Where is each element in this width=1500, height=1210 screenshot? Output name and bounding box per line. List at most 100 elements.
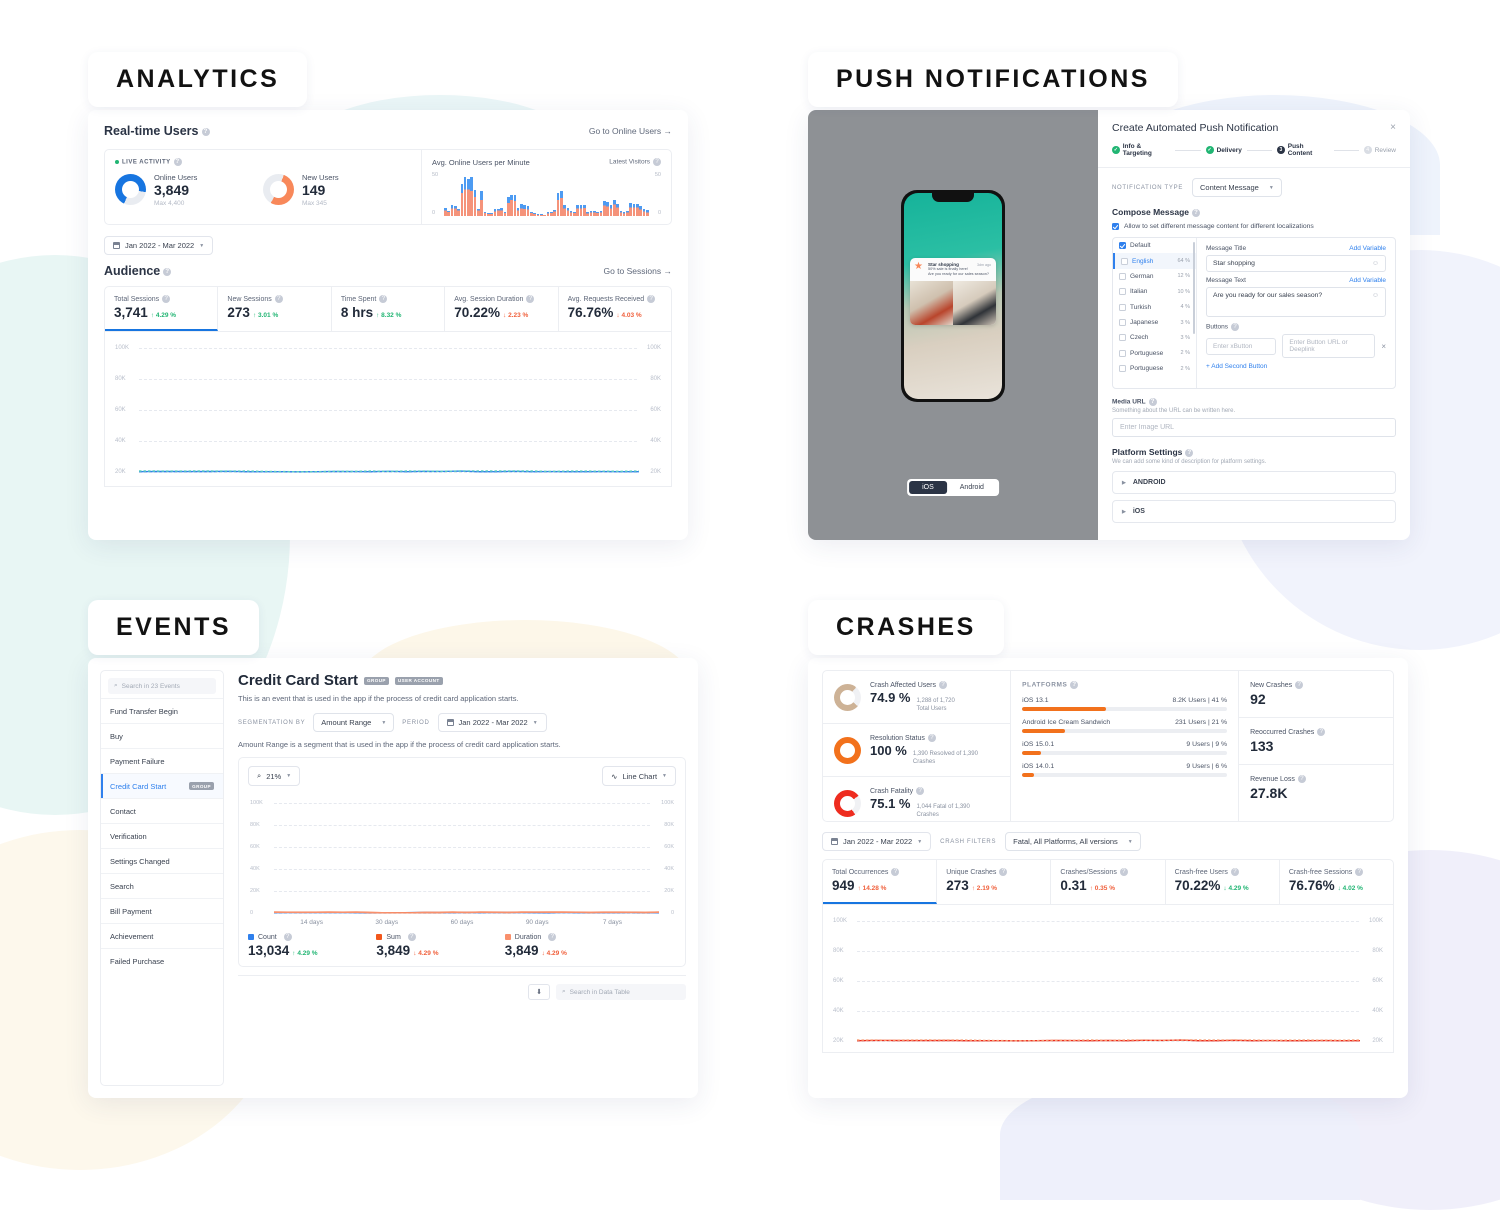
crashes-date-range-picker[interactable]: Jan 2022 - Mar 2022 ▼ [822,832,932,851]
crash-kpi-4[interactable]: Crash-free Sessions? 76.76% ↓ 4.02 % [1280,860,1393,904]
event-list-item-9[interactable]: Achievement [101,923,223,948]
event-list-item-8[interactable]: Bill Payment [101,898,223,923]
help-icon[interactable]: ? [1070,681,1079,689]
help-icon[interactable]: ? [407,933,416,941]
add-variable-title-link[interactable]: Add Variable [1349,245,1386,252]
help-icon[interactable]: ? [653,158,661,166]
locale-row-2[interactable]: German 12 % [1113,269,1196,284]
wizard-step-2[interactable]: 3 Push Content [1277,143,1329,157]
locale-row-5[interactable]: Japanese 3 % [1113,315,1196,330]
kpi-3[interactable]: Avg. Session Duration? 70.22% ↓ 2.23 % [445,287,559,331]
help-icon[interactable]: ? [283,933,292,941]
emoji-icon[interactable]: ☺ [1372,260,1379,267]
locale-row-7[interactable]: Portuguese 2 % [1113,346,1196,361]
help-icon[interactable]: ? [1295,681,1304,689]
help-icon[interactable]: ? [927,734,936,742]
help-icon[interactable]: ? [1185,448,1194,457]
help-icon[interactable]: ? [1231,323,1240,331]
message-text-input[interactable]: Are you ready for our sales season? ☺ [1206,287,1386,317]
notification-type-select[interactable]: Content Message ▼ [1192,178,1282,197]
download-button[interactable]: ⬇ [528,984,550,1000]
locale-checkbox[interactable] [1119,303,1126,311]
event-list-item-3[interactable]: Credit Card Start GROUP [101,773,223,798]
help-icon[interactable]: ? [163,267,172,276]
wizard-step-3[interactable]: 4 Review [1363,146,1396,154]
help-icon[interactable]: ? [1317,728,1326,736]
analytics-date-range-picker[interactable]: Jan 2022 - Mar 2022 ▼ [104,236,214,255]
help-icon[interactable]: ? [916,787,925,795]
kpi-0[interactable]: Total Sessions? 3,741 ↑ 4.29 % [105,287,219,331]
wizard-step-1[interactable]: ✓ Delivery [1205,146,1242,154]
event-list-item-5[interactable]: Verification [101,823,223,848]
help-icon[interactable]: ? [999,868,1008,876]
event-list-item-10[interactable]: Failed Purchase [101,948,223,973]
platform-accordion-android[interactable]: ▶ ANDROID [1112,471,1396,494]
help-icon[interactable]: ? [548,933,557,941]
event-list-item-2[interactable]: Payment Failure [101,748,223,773]
locale-checkbox[interactable] [1119,288,1126,296]
help-icon[interactable]: ? [1119,868,1128,876]
locale-row-3[interactable]: Italian 10 % [1113,284,1196,299]
data-table-search-input[interactable]: ⌕ Search in Data Table [556,984,686,1000]
button-url-input[interactable]: Enter Button URL or Deeplink [1282,334,1376,358]
event-list-item-1[interactable]: Buy [101,723,223,748]
help-icon[interactable]: ? [1230,868,1239,876]
locale-checkbox[interactable] [1121,257,1128,265]
remove-button-icon[interactable]: × [1381,342,1386,351]
crash-kpi-0[interactable]: Total Occurrences? 949 ↑ 14.28 % [823,860,938,904]
segmentation-select[interactable]: Amount Range ▼ [313,713,395,732]
locale-checkbox[interactable] [1119,349,1126,357]
help-icon[interactable]: ? [891,868,900,876]
button-name-input[interactable]: Enter xButton [1206,337,1277,355]
localization-list[interactable]: Default English 64 % German 12 % Italian 10 % T… [1113,238,1197,388]
kpi-4[interactable]: Avg. Requests Received? 76.76% ↓ 4.03 % [559,287,671,331]
help-icon[interactable]: ? [939,681,948,689]
locale-checkbox[interactable] [1119,272,1126,280]
go-to-sessions-link[interactable]: Go to Sessions → [603,266,672,276]
crash-kpi-1[interactable]: Unique Crashes? 273 ↑ 2.19 % [937,860,1052,904]
kpi-2[interactable]: Time Spent? 8 hrs ↑ 8.32 % [332,287,446,331]
event-list-item-7[interactable]: Search [101,873,223,898]
crash-filters-select[interactable]: Fatal, All Platforms, All versions ▼ [1005,832,1141,851]
crash-kpi-2[interactable]: Crashes/Sessions? 0.31 ↑ 0.35 % [1051,860,1166,904]
locale-checkbox[interactable] [1119,365,1126,373]
event-list-item-6[interactable]: Settings Changed [101,848,223,873]
help-icon[interactable]: ? [647,295,656,303]
locale-checkbox[interactable] [1119,334,1126,342]
wizard-step-0[interactable]: ✓ Info & Targeting [1112,143,1170,157]
close-icon[interactable]: × [1390,122,1396,133]
localization-scrollbar[interactable] [1193,242,1195,334]
help-icon[interactable]: ? [201,127,210,136]
events-period-picker[interactable]: Jan 2022 - Mar 2022 ▼ [437,713,547,732]
kpi-1[interactable]: New Sessions? 273 ↑ 3.01 % [218,287,332,331]
event-list-item-0[interactable]: Fund Transfer Begin [101,698,223,723]
platform-preview-toggle[interactable]: iOS Android [907,479,999,496]
toggle-android[interactable]: Android [947,481,997,494]
help-icon[interactable]: ? [526,295,535,303]
locale-row-0[interactable]: Default [1113,238,1196,253]
locale-row-4[interactable]: Turkish 4 % [1113,300,1196,315]
message-title-input[interactable]: Star shopping ☺ [1206,255,1386,272]
help-icon[interactable]: ? [274,295,283,303]
chart-type-select[interactable]: ∿ Line Chart ▼ [602,766,676,786]
media-url-input[interactable]: Enter Image URL [1112,418,1396,437]
toggle-ios[interactable]: iOS [909,481,947,494]
help-icon[interactable]: ? [1192,208,1200,217]
crash-kpi-3[interactable]: Crash-free Users? 70.22% ↓ 4.29 % [1166,860,1280,904]
locale-row-1[interactable]: English 64 % [1113,253,1196,269]
locale-checkbox[interactable] [1119,319,1126,327]
locale-row-8[interactable]: Portuguese 2 % [1113,361,1196,376]
help-icon[interactable]: ? [173,158,182,166]
locale-row-6[interactable]: Czech 3 % [1113,330,1196,345]
help-icon[interactable]: ? [379,295,388,303]
platform-accordion-ios[interactable]: ▶ iOS [1112,500,1396,523]
go-to-online-users-link[interactable]: Go to Online Users → [589,126,672,136]
add-second-button-link[interactable]: + Add Second Button [1206,363,1386,370]
help-icon[interactable]: ? [1148,398,1157,406]
help-icon[interactable]: ? [1297,775,1306,783]
events-search-input[interactable]: ⌕ Search in 23 Events [108,678,216,694]
emoji-icon[interactable]: ☺ [1372,292,1379,299]
chart-zoom-control[interactable]: ⌕ 21% ▼ [248,766,301,786]
help-icon[interactable]: ? [1355,868,1364,876]
locale-checkbox[interactable] [1119,242,1126,250]
